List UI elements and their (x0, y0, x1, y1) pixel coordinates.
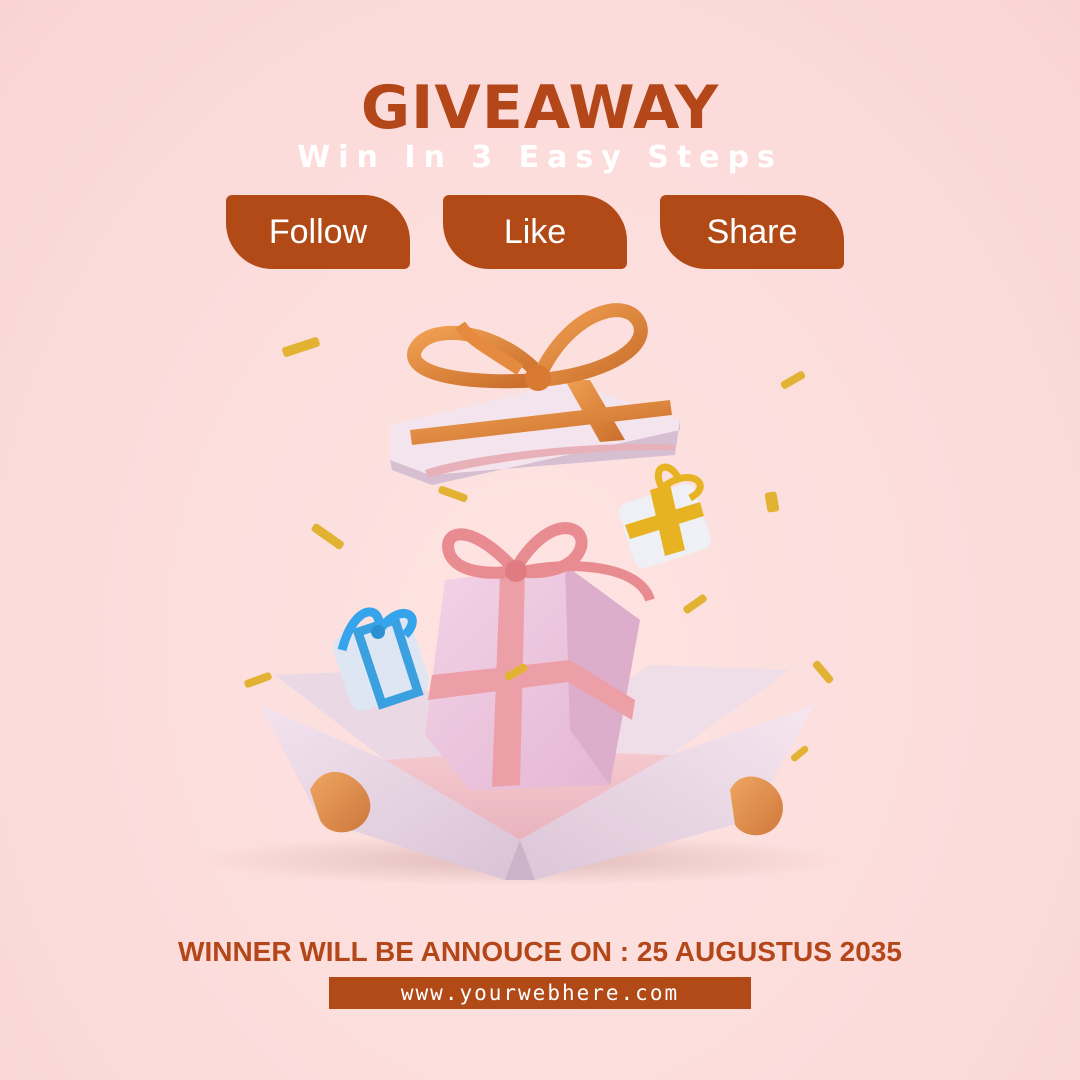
winner-announcement: WINNER WILL BE ANNOUCE ON : 25 AUGUSTUS … (178, 936, 902, 967)
follow-button[interactable]: Follow (226, 195, 410, 269)
share-button[interactable]: Share (660, 195, 844, 269)
giveaway-poster: GIVEAWAY Win In 3 Easy Steps Follow Like… (0, 0, 1080, 1080)
gift-box-open-icon (260, 522, 815, 880)
steps-row: Follow Like Share (226, 195, 846, 269)
gift-illustration (200, 303, 840, 886)
gift-yellow-ribbon-icon (619, 463, 711, 569)
giveaway-title: GIVEAWAY (360, 73, 720, 143)
like-button[interactable]: Like (443, 195, 627, 269)
gift-lid-orange-ribbon-icon (390, 303, 680, 485)
website-link[interactable]: www.yourwebhere.com (329, 977, 751, 1009)
giveaway-subtitle: Win In 3 Easy Steps (297, 140, 783, 175)
